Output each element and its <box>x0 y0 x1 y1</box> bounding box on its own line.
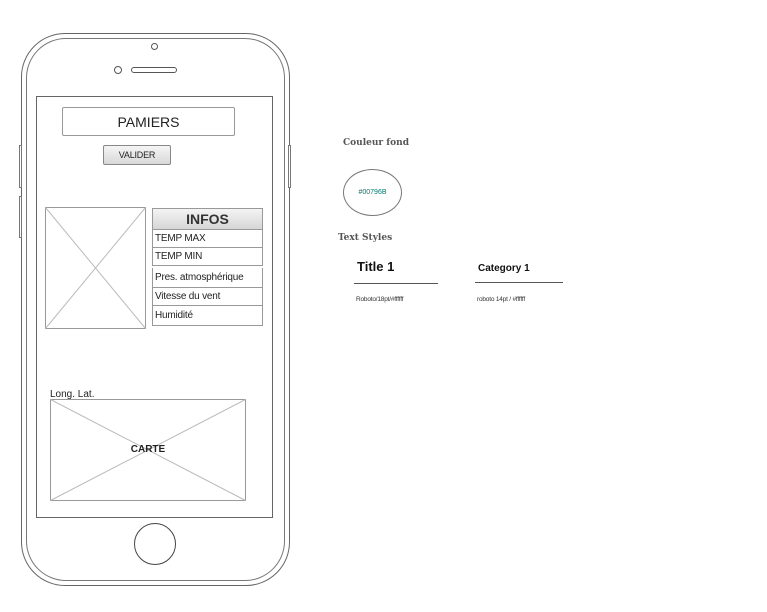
background-color-title: Couleur fond <box>343 138 409 148</box>
home-button[interactable] <box>134 523 176 565</box>
infos-header: INFOS <box>152 208 263 230</box>
city-input[interactable]: PAMIERS <box>62 107 235 136</box>
speaker-icon <box>131 67 177 73</box>
background-color-value: #00796B <box>358 189 387 196</box>
map-label: CARTE <box>130 444 166 455</box>
validate-button[interactable]: VALIDER <box>103 145 171 165</box>
category-style-meta: roboto 14pt / #ffffff <box>477 296 525 303</box>
background-color-swatch: #00796B <box>343 169 402 216</box>
title-style-meta: Roboto/18pt/#ffffff <box>356 296 404 303</box>
info-row-humidity: Humidité <box>152 306 263 326</box>
text-styles-title: Text Styles <box>338 233 393 243</box>
info-row-temp-max: TEMP MAX <box>152 230 263 248</box>
sensor-icon <box>114 66 122 74</box>
volume-button-up <box>19 145 22 188</box>
title-style-sample: Title 1 <box>357 259 395 274</box>
category-style-underline <box>475 282 563 283</box>
volume-button-down <box>19 196 22 238</box>
info-row-wind-speed: Vitesse du vent <box>152 288 263 306</box>
category-style-sample: Category 1 <box>478 263 530 274</box>
front-camera-icon <box>151 43 158 50</box>
info-row-pressure: Pres. atmosphérique <box>152 268 263 288</box>
weather-image-placeholder <box>45 207 146 329</box>
info-row-temp-min: TEMP MIN <box>152 248 263 266</box>
title-style-underline <box>354 283 438 284</box>
power-button <box>288 145 291 188</box>
